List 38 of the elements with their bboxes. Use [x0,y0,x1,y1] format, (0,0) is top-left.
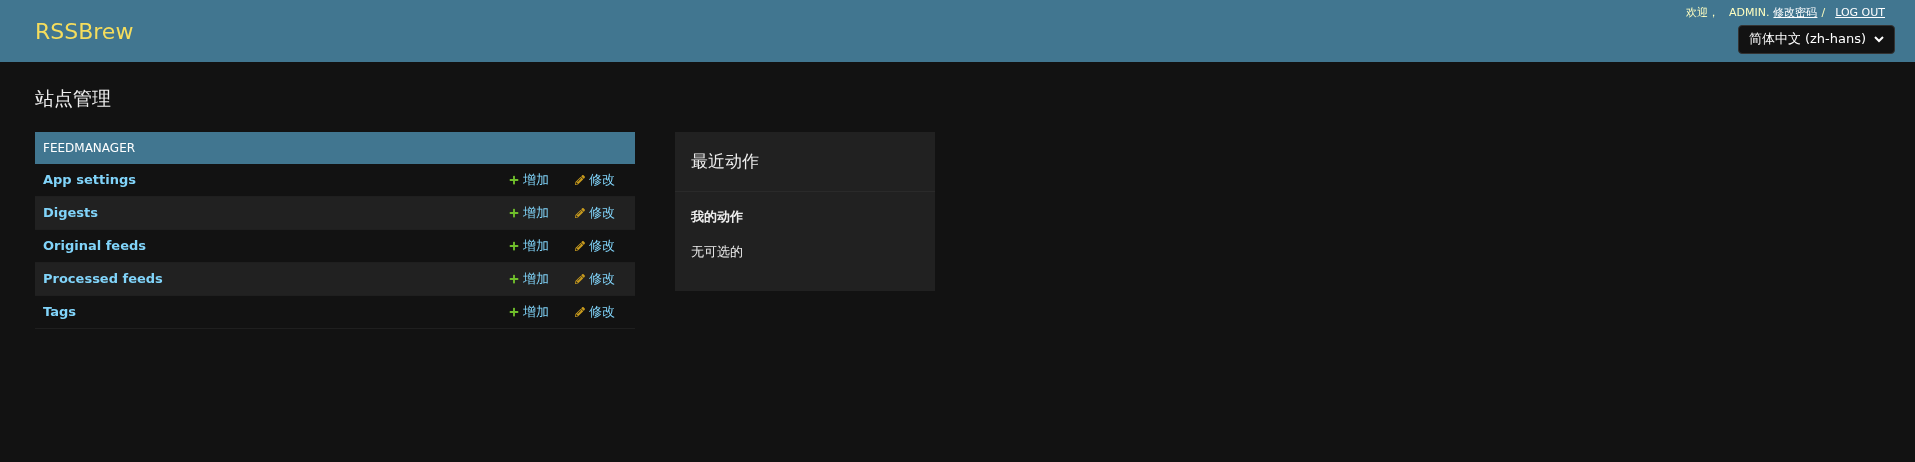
brand-link[interactable]: RSSBrew [35,15,134,48]
logout-link[interactable]: LOG OUT [1835,5,1885,22]
pencil-icon [575,174,585,185]
add-link[interactable]: 增加 [509,301,575,322]
model-link[interactable]: App settings [43,169,509,190]
pencil-icon [575,207,585,218]
plus-icon [509,306,519,317]
empty-text: 无可选的 [690,242,744,261]
add-link[interactable]: 增加 [509,235,575,256]
username: ADMIN. [1728,5,1770,21]
add-link[interactable]: 增加 [509,169,575,190]
model-link[interactable]: Processed feeds [43,268,509,289]
my-actions-heading: 我的动作 [690,208,744,226]
change-link[interactable]: 修改 [575,268,620,289]
plus-icon [509,240,519,251]
recent-actions-title: 最近动作 [675,131,935,192]
change-link[interactable]: 修改 [575,301,620,322]
plus-icon [509,273,519,284]
welcome-text: 欢迎， [1685,5,1719,21]
plus-icon [509,174,519,185]
change-link[interactable]: 修改 [575,235,620,256]
change-password-link[interactable]: 修改密码 [1773,5,1818,22]
pencil-icon [575,306,585,317]
app-header: FEEDMANAGER [35,131,635,164]
pencil-icon [575,240,585,251]
change-link[interactable]: 修改 [575,202,620,223]
language-select[interactable]: 简体中文 (zh-hans) [1737,24,1895,54]
plus-icon [509,207,519,218]
chevron-down-icon [1874,35,1884,43]
add-link[interactable]: 增加 [509,202,575,223]
model-link[interactable]: Original feeds [43,235,509,256]
add-link[interactable]: 增加 [509,268,575,289]
model-link[interactable]: Tags [43,301,509,322]
separator-text: / [1821,5,1826,21]
change-link[interactable]: 修改 [575,169,620,190]
model-link[interactable]: Digests [43,202,509,223]
page-title: 站点管理 [35,86,112,111]
pencil-icon [575,273,585,284]
